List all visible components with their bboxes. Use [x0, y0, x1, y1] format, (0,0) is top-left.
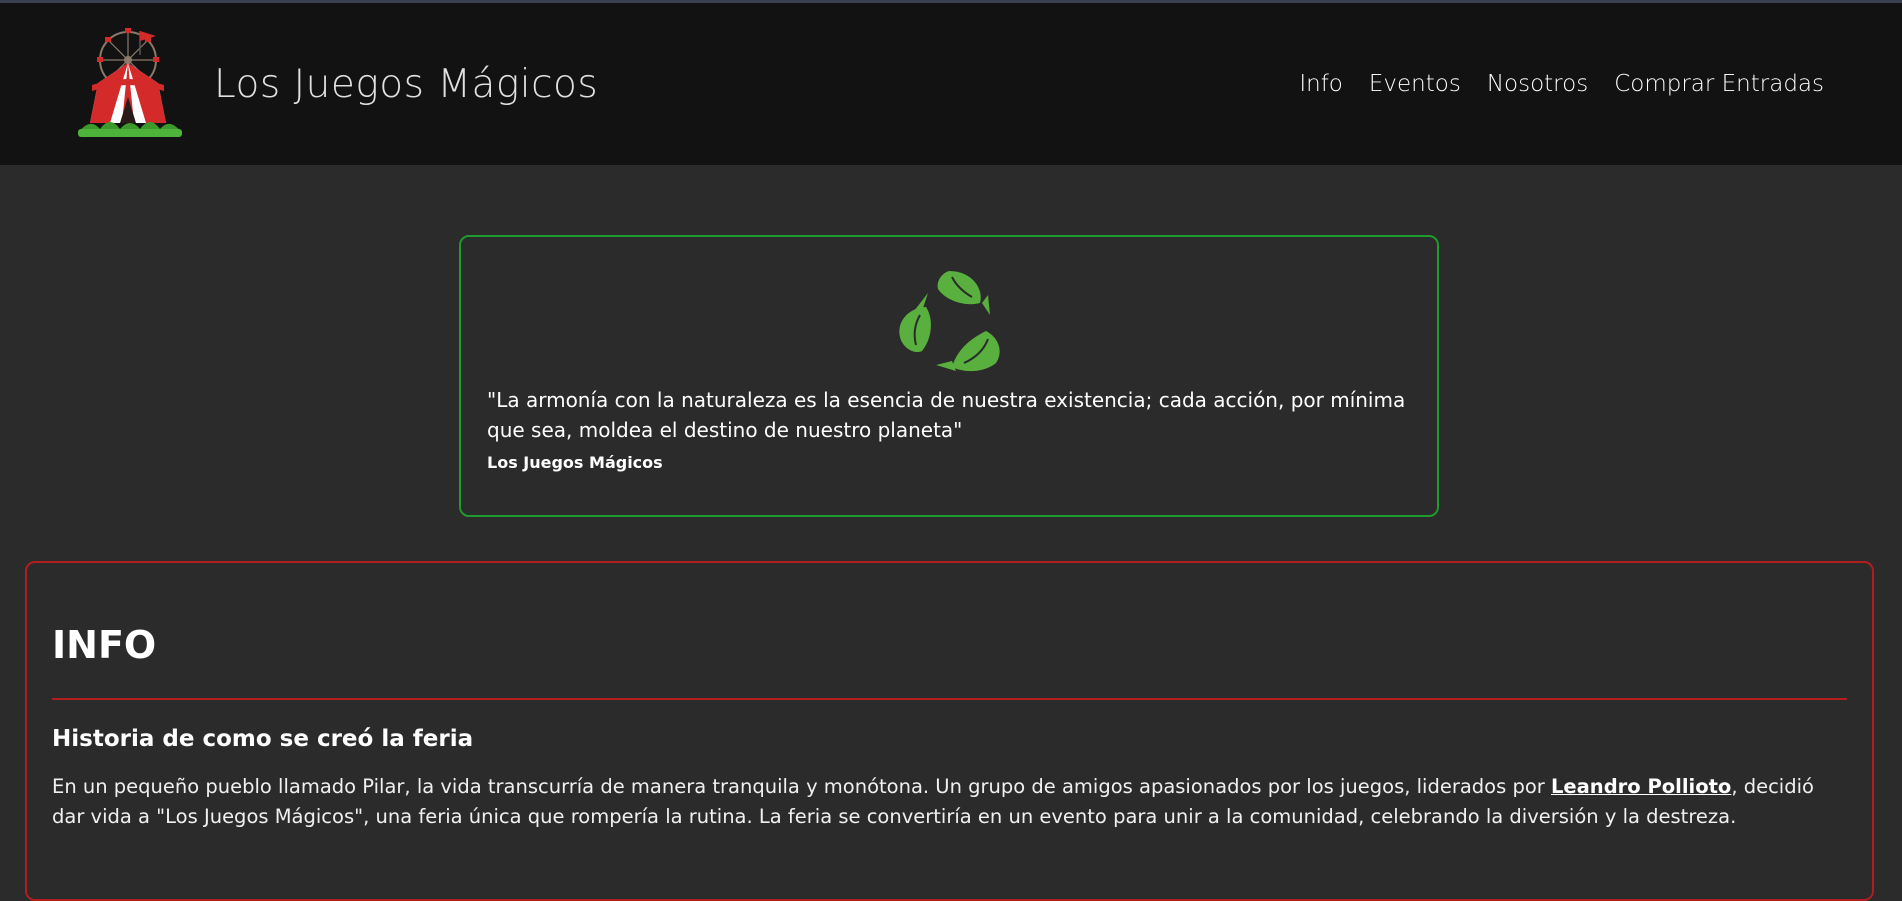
quote-text: "La armonía con la naturaleza es la esen…: [487, 388, 1406, 442]
site-title[interactable]: Los Juegos Mágicos: [214, 62, 598, 107]
info-divider: [52, 698, 1847, 700]
nav-link-info[interactable]: Info: [1299, 71, 1343, 97]
quote-author: Los Juegos Mágicos: [487, 453, 663, 472]
info-title: INFO: [52, 623, 157, 667]
brand[interactable]: Los Juegos Mágicos: [70, 25, 598, 143]
info-paragraph: En un pequeño pueblo llamado Pilar, la v…: [52, 772, 1847, 832]
main-nav: Info Eventos Nosotros Comprar Entradas: [1299, 71, 1824, 97]
info-paragraph-text-start: En un pequeño pueblo llamado Pilar, la v…: [52, 775, 1551, 798]
quote-card: "La armonía con la naturaleza es la esen…: [459, 235, 1439, 517]
site-header: Los Juegos Mágicos Info Eventos Nosotros…: [0, 3, 1902, 165]
recycle-leaves-icon: [898, 271, 1000, 372]
founder-link[interactable]: Leandro Pollioto: [1551, 775, 1731, 798]
info-subtitle: Historia de como se creó la feria: [52, 726, 474, 752]
nav-link-nosotros[interactable]: Nosotros: [1487, 71, 1588, 97]
circus-tent-logo-icon[interactable]: [70, 25, 190, 143]
nav-link-comprar-entradas[interactable]: Comprar Entradas: [1614, 71, 1824, 97]
nav-link-eventos[interactable]: Eventos: [1369, 71, 1461, 97]
info-section: INFO Historia de como se creó la feria E…: [25, 561, 1874, 901]
